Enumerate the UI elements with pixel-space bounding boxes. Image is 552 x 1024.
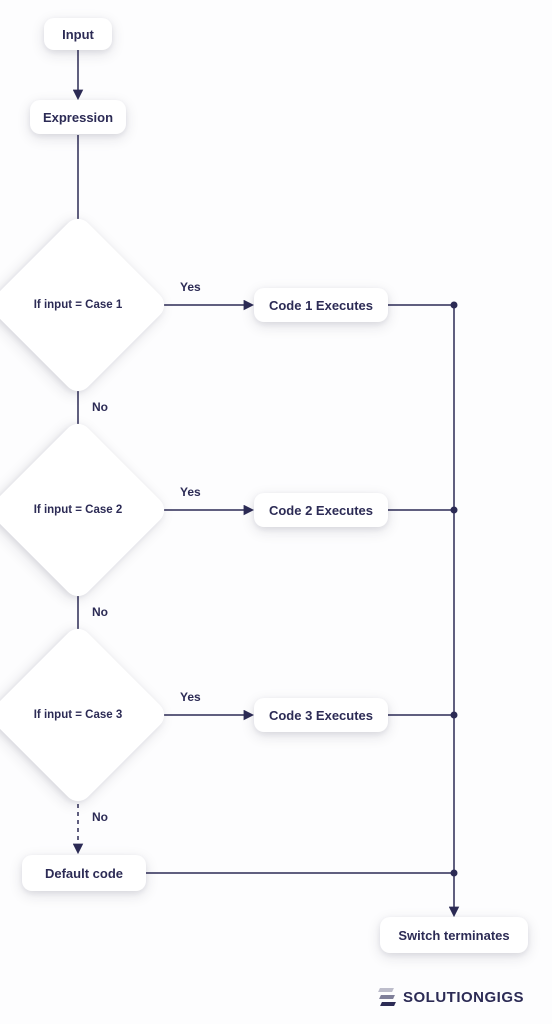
edge-no-3: No xyxy=(92,810,108,824)
node-input-label: Input xyxy=(62,27,94,42)
decision-case-3-label: If input = Case 3 xyxy=(34,709,123,721)
brand-mark-icon xyxy=(377,988,397,1006)
node-expression: Expression xyxy=(30,100,126,134)
edge-yes-2: Yes xyxy=(180,485,201,499)
node-code-2: Code 2 Executes xyxy=(254,493,388,527)
node-code-3-label: Code 3 Executes xyxy=(269,708,373,723)
node-terminate: Switch terminates xyxy=(380,917,528,953)
edge-no-2: No xyxy=(92,605,108,619)
decision-case-2: If input = Case 2 xyxy=(13,445,143,575)
node-terminate-label: Switch terminates xyxy=(398,928,509,943)
node-expression-label: Expression xyxy=(43,110,113,125)
node-input: Input xyxy=(44,18,112,50)
node-code-1: Code 1 Executes xyxy=(254,288,388,322)
decision-case-1: If input = Case 1 xyxy=(13,240,143,370)
node-default: Default code xyxy=(22,855,146,891)
decision-case-3: If input = Case 3 xyxy=(13,650,143,780)
decision-case-1-label: If input = Case 1 xyxy=(34,299,123,311)
edge-yes-3: Yes xyxy=(180,690,201,704)
brand-text: SOLUTIONGIGS xyxy=(403,989,524,1006)
edge-no-1: No xyxy=(92,400,108,414)
node-code-3: Code 3 Executes xyxy=(254,698,388,732)
decision-case-2-label: If input = Case 2 xyxy=(34,504,123,516)
node-code-2-label: Code 2 Executes xyxy=(269,503,373,518)
node-default-label: Default code xyxy=(45,866,123,881)
node-code-1-label: Code 1 Executes xyxy=(269,298,373,313)
edge-yes-1: Yes xyxy=(180,280,201,294)
brand-logo: SOLUTIONGIGS xyxy=(377,988,524,1006)
